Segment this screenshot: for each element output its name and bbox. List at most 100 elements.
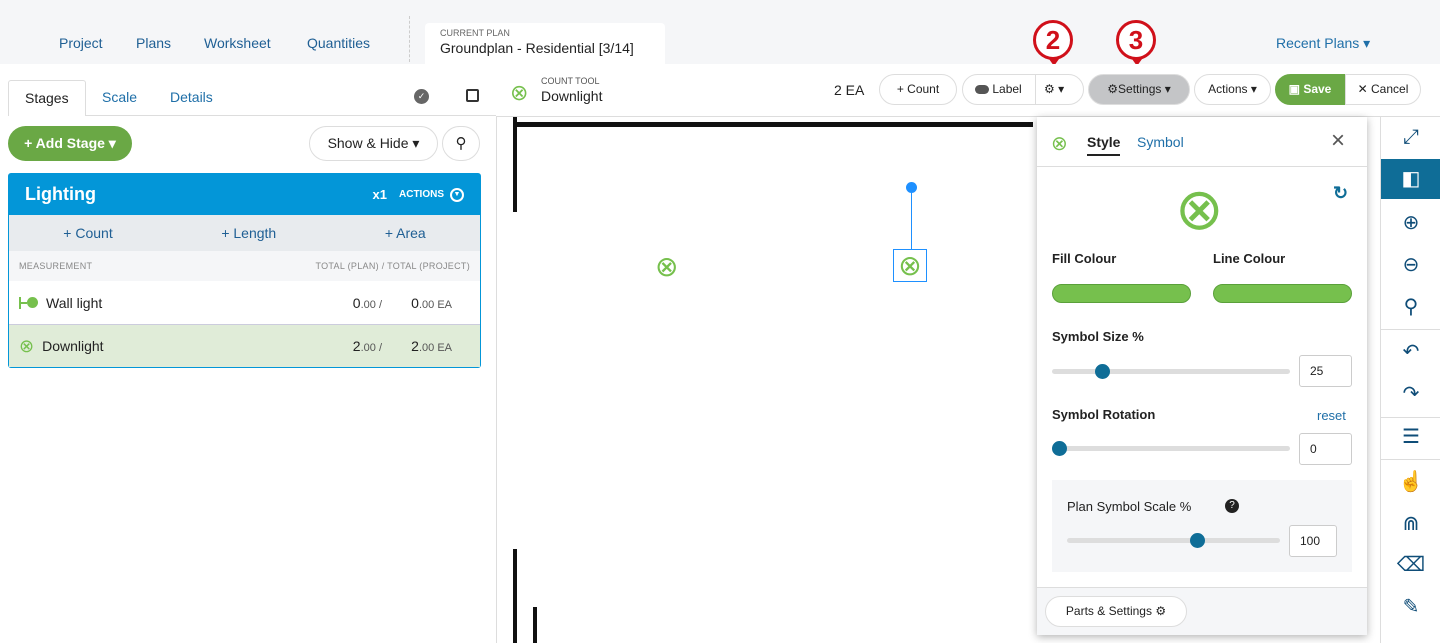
zoom-fit-icon[interactable]: ⚲ xyxy=(1381,287,1440,327)
downlight-icon: ⊗ xyxy=(510,80,529,105)
label-toggle-group: Label ⚙ ▾ xyxy=(962,74,1084,105)
wall xyxy=(513,549,517,643)
plan-symbol-scale-label: Plan Symbol Scale % xyxy=(1067,499,1192,514)
plan-total-decimal: .00 / xyxy=(360,298,382,311)
plan-symbol-scale-input[interactable]: 100 xyxy=(1289,525,1337,557)
annotation-marker-2: 2 xyxy=(1033,20,1073,66)
settings-button[interactable]: ⚙Settings ▾ xyxy=(1088,74,1190,105)
nav-quantities[interactable]: Quantities xyxy=(307,35,370,51)
toggle-icon[interactable] xyxy=(975,85,989,95)
close-icon[interactable]: × xyxy=(1331,127,1345,155)
count-symbol[interactable]: ⊗ xyxy=(655,250,678,283)
fill-colour-swatch[interactable] xyxy=(1052,284,1191,303)
symbol-rotation-slider[interactable] xyxy=(1052,446,1290,451)
line-colour-label: Line Colour xyxy=(1213,251,1286,266)
measurement-row-selected[interactable]: ⊗ Downlight 2.00 / 2.00 EA xyxy=(9,324,480,367)
magnet-icon[interactable]: ⋒ xyxy=(1381,504,1440,544)
project-total: 2 xyxy=(411,338,419,354)
cancel-button[interactable]: ✕ Cancel xyxy=(1345,74,1421,105)
stage-actions[interactable]: ACTIONS xyxy=(399,189,444,200)
plan-total-decimal: .00 / xyxy=(360,342,382,354)
gears-icon: ⚙ xyxy=(1155,604,1167,618)
tab-details[interactable]: Details xyxy=(154,80,229,116)
refresh-icon[interactable]: ↻ xyxy=(1333,183,1348,204)
project-total-decimal: .00 EA xyxy=(418,342,452,354)
count-symbol-selected[interactable]: ⊗ xyxy=(893,249,927,282)
current-plan[interactable]: CURRENT PLAN Groundplan - Residential [3… xyxy=(425,23,665,64)
sidebar-toggle-icon[interactable]: ◧ xyxy=(1381,159,1440,199)
symbol-rotation-input[interactable]: 0 xyxy=(1299,433,1352,465)
save-icon[interactable] xyxy=(466,89,479,102)
stage-title: Lighting xyxy=(25,184,96,204)
add-count-button[interactable]: + Count xyxy=(63,225,112,241)
count-button[interactable]: + Count xyxy=(879,74,957,105)
check-circle-icon[interactable]: ✓ xyxy=(414,89,429,104)
line-colour-swatch[interactable] xyxy=(1213,284,1352,303)
actions-dropdown[interactable]: Actions ▾ xyxy=(1194,74,1271,105)
tab-style[interactable]: Style xyxy=(1087,134,1121,156)
stage-lighting: Lighting x1 ACTIONS ▼ + Count + Length +… xyxy=(8,173,481,368)
annotation-marker-3: 3 xyxy=(1116,20,1156,66)
zoom-in-icon[interactable]: ⊕ xyxy=(1381,203,1440,243)
gear-dropdown[interactable]: ⚙ ▾ xyxy=(1035,75,1064,104)
col-totals: TOTAL (PLAN) / TOTAL (PROJECT) xyxy=(315,261,470,271)
plan-toolbar: ⊗ COUNT TOOL Downlight 2 EA + Count Labe… xyxy=(496,64,1440,117)
right-toolbar: ⤢ ◧ ⊕ ⊖ ⚲ ↶ ↷ ☰ ☝ ⋒ ⌫ ✎ xyxy=(1380,117,1440,643)
symbol-size-handle[interactable] xyxy=(1095,364,1110,379)
list-icon[interactable]: ☰ xyxy=(1381,417,1440,457)
expand-icon[interactable]: ⤢ xyxy=(1381,117,1440,157)
nav-plans[interactable]: Plans xyxy=(136,35,171,51)
hand-pointer-icon[interactable]: ☝ xyxy=(1381,462,1440,502)
zoom-out-icon[interactable]: ⊖ xyxy=(1381,245,1440,285)
plan-total: 2 xyxy=(352,338,361,354)
settings-label: Settings ▾ xyxy=(1118,82,1171,96)
left-panel: Stages Scale Details ✓ + Add Stage ▾ Sho… xyxy=(0,64,496,643)
save-label: Save xyxy=(1303,82,1332,96)
divider xyxy=(409,16,410,62)
help-icon[interactable]: ? xyxy=(1225,499,1239,513)
tool-name: Downlight xyxy=(541,88,603,104)
tab-scale[interactable]: Scale xyxy=(86,80,153,116)
nav-project[interactable]: Project xyxy=(59,35,103,51)
add-area-button[interactable]: + Area xyxy=(385,225,426,241)
project-total: 0 xyxy=(411,294,419,311)
measurement-row[interactable]: Wall light 0.00 / 0.00 EA xyxy=(9,281,480,324)
symbol-size-input[interactable]: 25 xyxy=(1299,355,1352,387)
parts-settings-button[interactable]: Parts & Settings ⚙ xyxy=(1045,596,1187,627)
gears-icon: ⚙ xyxy=(1107,82,1119,96)
wall xyxy=(513,117,517,212)
search-button[interactable]: ⚲ xyxy=(442,126,480,161)
redo-icon[interactable]: ↷ xyxy=(1381,374,1440,414)
project-total-decimal: .00 EA xyxy=(418,298,452,311)
symbol-rotation-handle[interactable] xyxy=(1052,441,1067,456)
tab-symbol[interactable]: Symbol xyxy=(1137,134,1184,150)
recent-plans-dropdown[interactable]: Recent Plans ▾ xyxy=(1276,35,1370,52)
plan-symbol-scale-handle[interactable] xyxy=(1190,533,1205,548)
save-icon: ▣ xyxy=(1288,82,1304,96)
pencil-icon[interactable]: ✎ xyxy=(1381,587,1440,627)
downlight-icon: ⊗ xyxy=(1051,133,1068,155)
parts-settings-label: Parts & Settings xyxy=(1065,604,1152,618)
show-hide-dropdown[interactable]: Show & Hide ▾ xyxy=(309,126,438,161)
measurement-name: Downlight xyxy=(42,338,104,354)
rotate-handle[interactable] xyxy=(906,182,917,193)
label-toggle[interactable]: Label xyxy=(992,82,1021,96)
tab-stages[interactable]: Stages xyxy=(8,80,86,116)
save-button[interactable]: ▣ Save xyxy=(1275,74,1345,105)
reset-link[interactable]: reset xyxy=(1317,408,1346,423)
chevron-down-circle-icon[interactable]: ▼ xyxy=(450,187,464,202)
tool-label: COUNT TOOL xyxy=(541,76,600,86)
wall-light-icon xyxy=(19,296,38,309)
add-length-button[interactable]: + Length xyxy=(221,225,276,241)
stage-header: Lighting x1 ACTIONS ▼ xyxy=(9,174,480,215)
plan-symbol-scale-section: Plan Symbol Scale % ? 100 xyxy=(1052,480,1352,572)
symbol-rotation-label: Symbol Rotation xyxy=(1052,407,1156,422)
undo-icon[interactable]: ↶ xyxy=(1381,332,1440,372)
add-stage-button[interactable]: + Add Stage ▾ xyxy=(8,126,132,161)
count-total: 2 EA xyxy=(834,82,865,98)
plan-symbol-scale-slider[interactable] xyxy=(1067,538,1280,543)
symbol-size-slider[interactable] xyxy=(1052,369,1290,374)
nav-worksheet[interactable]: Worksheet xyxy=(204,35,271,51)
top-nav: Project Plans Worksheet Quantities CURRE… xyxy=(0,0,1440,64)
eraser-icon[interactable]: ⌫ xyxy=(1381,545,1440,585)
